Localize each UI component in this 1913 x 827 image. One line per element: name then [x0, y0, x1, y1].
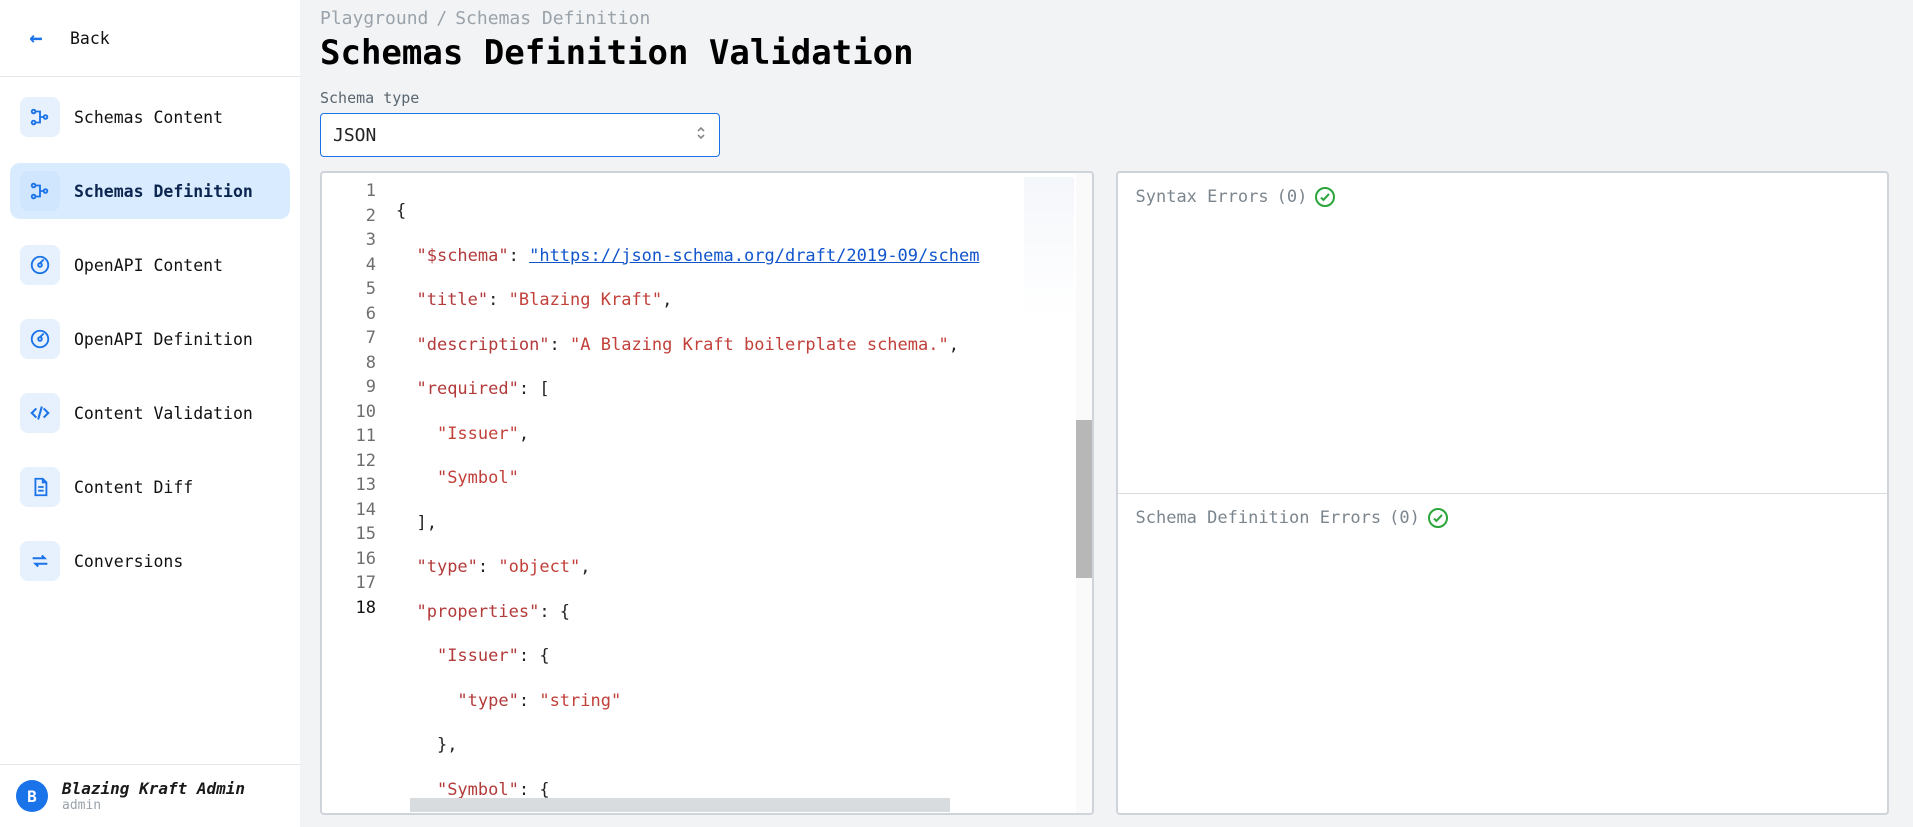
sidebar-item-schemas-content[interactable]: Schemas Content — [10, 89, 290, 145]
sidebar-item-openapi-content[interactable]: OpenAPI Content — [10, 237, 290, 293]
back-button[interactable]: ← Back — [0, 0, 300, 76]
syntax-errors-count: 0 — [1287, 187, 1297, 207]
sidebar-item-conversions[interactable]: Conversions — [10, 533, 290, 589]
syntax-errors-label: Syntax Errors — [1136, 187, 1269, 207]
gauge-icon — [20, 319, 60, 359]
schema-errors-count: 0 — [1399, 508, 1409, 528]
sidebar: ← Back Schemas Content Schemas Definitio… — [0, 0, 300, 827]
breadcrumb-page[interactable]: Schemas Definition — [455, 8, 650, 29]
schema-node-icon — [20, 171, 60, 211]
schema-type-label: Schema type — [320, 89, 1889, 107]
sidebar-item-openapi-definition[interactable]: OpenAPI Definition — [10, 311, 290, 367]
sidebar-item-content-diff[interactable]: Content Diff — [10, 459, 290, 515]
editor-scrollbar-horizontal[interactable] — [410, 798, 950, 812]
editor-code[interactable]: { "$schema": "https://json-schema.org/dr… — [386, 173, 1092, 813]
user-row[interactable]: B Blazing Kraft Admin admin — [0, 764, 300, 827]
syntax-errors-header[interactable]: Syntax Errors (0) — [1118, 173, 1888, 221]
schema-errors-header[interactable]: Schema Definition Errors (0) — [1118, 494, 1888, 542]
schema-type-select[interactable] — [320, 113, 720, 157]
code-editor[interactable]: 123456789101112131415161718 { "$schema":… — [320, 171, 1094, 815]
page-title: Schemas Definition Validation — [320, 33, 1889, 73]
sidebar-item-label: Content Validation — [74, 404, 253, 423]
document-icon — [20, 467, 60, 507]
main: Playground / Schemas Definition Schemas … — [300, 0, 1913, 827]
sidebar-item-label: Conversions — [74, 552, 183, 571]
back-label: Back — [70, 29, 110, 48]
arrow-left-icon: ← — [16, 18, 56, 58]
check-circle-icon — [1428, 508, 1448, 528]
breadcrumb-sep: / — [436, 8, 447, 29]
gauge-icon — [20, 245, 60, 285]
sidebar-item-label: OpenAPI Definition — [74, 330, 253, 349]
user-role: admin — [62, 798, 245, 813]
errors-panel: Syntax Errors (0) Schema Definition Erro… — [1116, 171, 1890, 815]
sidebar-nav: Schemas Content Schemas Definition OpenA… — [0, 85, 300, 589]
sidebar-item-label: Content Diff — [74, 478, 193, 497]
sidebar-item-schemas-definition[interactable]: Schemas Definition — [10, 163, 290, 219]
check-circle-icon — [1315, 187, 1335, 207]
code-icon — [20, 393, 60, 433]
swap-icon — [20, 541, 60, 581]
sidebar-item-label: Schemas Definition — [74, 182, 253, 201]
breadcrumb-root[interactable]: Playground — [320, 8, 428, 29]
sidebar-item-label: Schemas Content — [74, 108, 223, 127]
sidebar-divider — [0, 76, 300, 77]
user-name: Blazing Kraft Admin — [62, 779, 245, 798]
editor-scrollbar-thumb[interactable] — [1076, 420, 1092, 578]
schema-errors-label: Schema Definition Errors — [1136, 508, 1382, 528]
breadcrumb: Playground / Schemas Definition — [320, 8, 1889, 29]
editor-gutter: 123456789101112131415161718 — [322, 173, 386, 813]
sidebar-item-content-validation[interactable]: Content Validation — [10, 385, 290, 441]
schema-node-icon — [20, 97, 60, 137]
avatar: B — [16, 780, 48, 812]
sidebar-item-label: OpenAPI Content — [74, 256, 223, 275]
